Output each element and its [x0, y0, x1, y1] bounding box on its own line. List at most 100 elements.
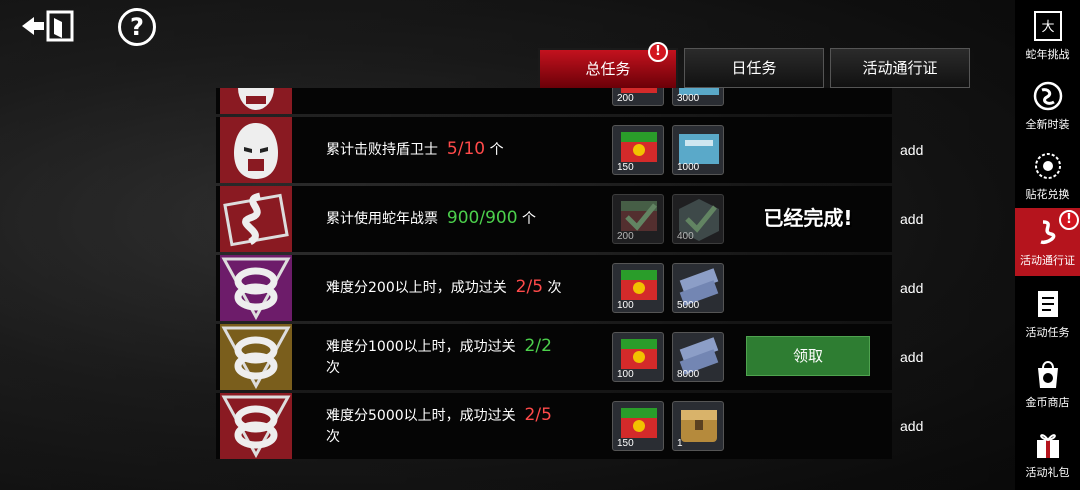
reward-item: 1	[672, 401, 724, 451]
tab-total-tasks[interactable]: 总任务 !	[538, 42, 678, 90]
tab-label: 总任务	[585, 60, 631, 78]
reward-item: 400	[672, 194, 724, 244]
task-row: 难度分5000以上时，成功过关 2/5 次 150 1	[216, 393, 892, 459]
completed-label: 已经完成!	[763, 206, 853, 230]
demon-mask-icon	[220, 88, 292, 114]
shop-icon	[1038, 361, 1058, 388]
task-text: 累计击败持盾卫士	[326, 142, 438, 158]
task-text: 难度分1000以上时，成功过关	[326, 338, 516, 355]
tab-label: 日任务	[731, 59, 777, 77]
sidebar-item-new-costume[interactable]: 全新时装	[1015, 72, 1080, 140]
reward-qty: 1000	[677, 162, 700, 173]
task-text: 难度分5000以上时，成功过关	[326, 407, 516, 424]
reward-qty: 150	[617, 438, 634, 449]
progress-total: 5	[532, 277, 544, 297]
reward-item: 3000	[672, 88, 724, 106]
reward-qty: 100	[617, 369, 634, 380]
claim-button[interactable]: 领取	[746, 336, 870, 376]
task-status: add	[900, 280, 924, 296]
progress-current: 900	[446, 208, 480, 228]
task-status: add	[900, 211, 924, 227]
task-row: 难度分200以上时，成功过关 2/5 次 100 5000	[216, 255, 892, 321]
progress-unit: 个	[522, 211, 536, 227]
svg-text:大: 大	[1041, 20, 1054, 35]
reward-item: 200	[612, 88, 664, 106]
decal-icon	[1035, 153, 1061, 179]
sidebar-item-event-pass[interactable]: ! 活动通行证	[1015, 208, 1080, 276]
progress-total: 10	[463, 139, 486, 159]
sidebar-item-label: 活动礼包	[1025, 466, 1070, 479]
progress-unit: 个	[489, 142, 504, 158]
task-status: add	[900, 142, 924, 158]
task-text: 难度分200以上时，成功过关	[326, 280, 507, 296]
snake-ticket-icon	[220, 186, 292, 252]
notification-badge: !	[1059, 210, 1079, 230]
reward-qty: 100	[617, 300, 634, 311]
reward-item: 200	[612, 194, 664, 244]
reward-qty: 200	[617, 93, 634, 104]
task-row: 累计使用蛇年战票 900/900 个 200 400 已经完成!	[216, 186, 892, 252]
task-list[interactable]: 200 3000 累计击败持盾卫士 5/10 个 150 1000 累计使用蛇年…	[216, 88, 892, 464]
sidebar-item-label: 蛇年挑战	[1025, 48, 1070, 61]
task-description: 难度分200以上时，成功过关 2/5 次	[326, 277, 562, 297]
sidebar-item-coin-shop[interactable]: 金币商店	[1015, 350, 1080, 418]
sidebar-item-label: 金币商店	[1025, 396, 1070, 409]
reward-qty: 8000	[677, 369, 700, 380]
tab-label: 活动通行证	[862, 59, 938, 77]
task-icon	[1038, 291, 1058, 317]
task-row: 难度分1000以上时，成功过关 2/2 次 100 8000 领取	[216, 324, 892, 390]
reward-item: 150	[612, 125, 664, 175]
reward-qty: 150	[617, 162, 634, 173]
gold-snake-badge-icon	[220, 324, 292, 390]
sidebar-item-event-tasks[interactable]: 活动任务	[1015, 280, 1080, 348]
task-row: 200 3000	[216, 88, 892, 114]
reward-item: 8000	[672, 332, 724, 382]
progress-current: 5	[446, 139, 458, 159]
progress-unit: 次	[326, 428, 340, 445]
reward-qty: 3000	[677, 93, 700, 104]
sidebar-item-label: 贴花兑换	[1025, 188, 1070, 201]
sidebar: 大 蛇年挑战 全新时装 贴花兑换 ! 活动通行证 活动任务 金币商店 活动礼包	[1015, 0, 1080, 490]
red-snake-badge-icon	[220, 393, 292, 459]
progress-current: 2	[524, 404, 536, 425]
task-description: 难度分1000以上时，成功过关 2/2 次	[326, 335, 552, 376]
gift-icon	[1037, 434, 1059, 458]
task-row: 累计击败持盾卫士 5/10 个 150 1000	[216, 117, 892, 183]
reward-item: 1000	[672, 125, 724, 175]
tab-daily-tasks[interactable]: 日任务	[684, 48, 824, 88]
snake-year-icon: 大	[1034, 11, 1062, 41]
sidebar-item-label: 活动任务	[1025, 326, 1070, 339]
notification-badge: !	[648, 42, 668, 62]
task-status: add	[900, 349, 924, 365]
costume-icon	[1033, 81, 1063, 111]
progress-current: 2	[515, 277, 527, 297]
progress-unit: 次	[326, 359, 340, 376]
progress-total: 5	[541, 404, 552, 425]
sidebar-item-decal-exchange[interactable]: 贴花兑换	[1015, 142, 1080, 210]
reward-qty: 5000	[677, 300, 700, 311]
reward-item: 100	[612, 263, 664, 313]
sidebar-item-label: 全新时装	[1025, 118, 1070, 131]
task-description: 难度分5000以上时，成功过关 2/5 次	[326, 404, 552, 445]
shield-guard-icon	[220, 117, 292, 183]
reward-qty: 1	[677, 438, 683, 449]
task-description: 累计使用蛇年战票 900/900 个	[326, 208, 536, 228]
exit-icon	[22, 10, 74, 42]
tab-event-pass[interactable]: 活动通行证	[830, 48, 970, 88]
progress-unit: 次	[547, 280, 562, 296]
task-text: 累计使用蛇年战票	[326, 211, 438, 227]
help-button[interactable]: ?	[118, 8, 156, 46]
sidebar-item-event-gift[interactable]: 活动礼包	[1015, 420, 1080, 488]
reward-qty: 400	[677, 231, 694, 242]
reward-item: 5000	[672, 263, 724, 313]
sidebar-item-label: 活动通行证	[1020, 254, 1075, 267]
sidebar-item-snake-challenge[interactable]: 大 蛇年挑战	[1015, 2, 1080, 70]
reward-item: 100	[612, 332, 664, 382]
back-button[interactable]	[18, 8, 78, 44]
progress-current: 2	[524, 335, 536, 356]
purple-snake-badge-icon	[220, 255, 292, 321]
progress-total: 2	[541, 335, 552, 356]
tab-bar: 总任务 ! 日任务 活动通行证	[538, 42, 974, 90]
task-status: add	[900, 418, 924, 434]
progress-total: 900	[485, 208, 518, 228]
